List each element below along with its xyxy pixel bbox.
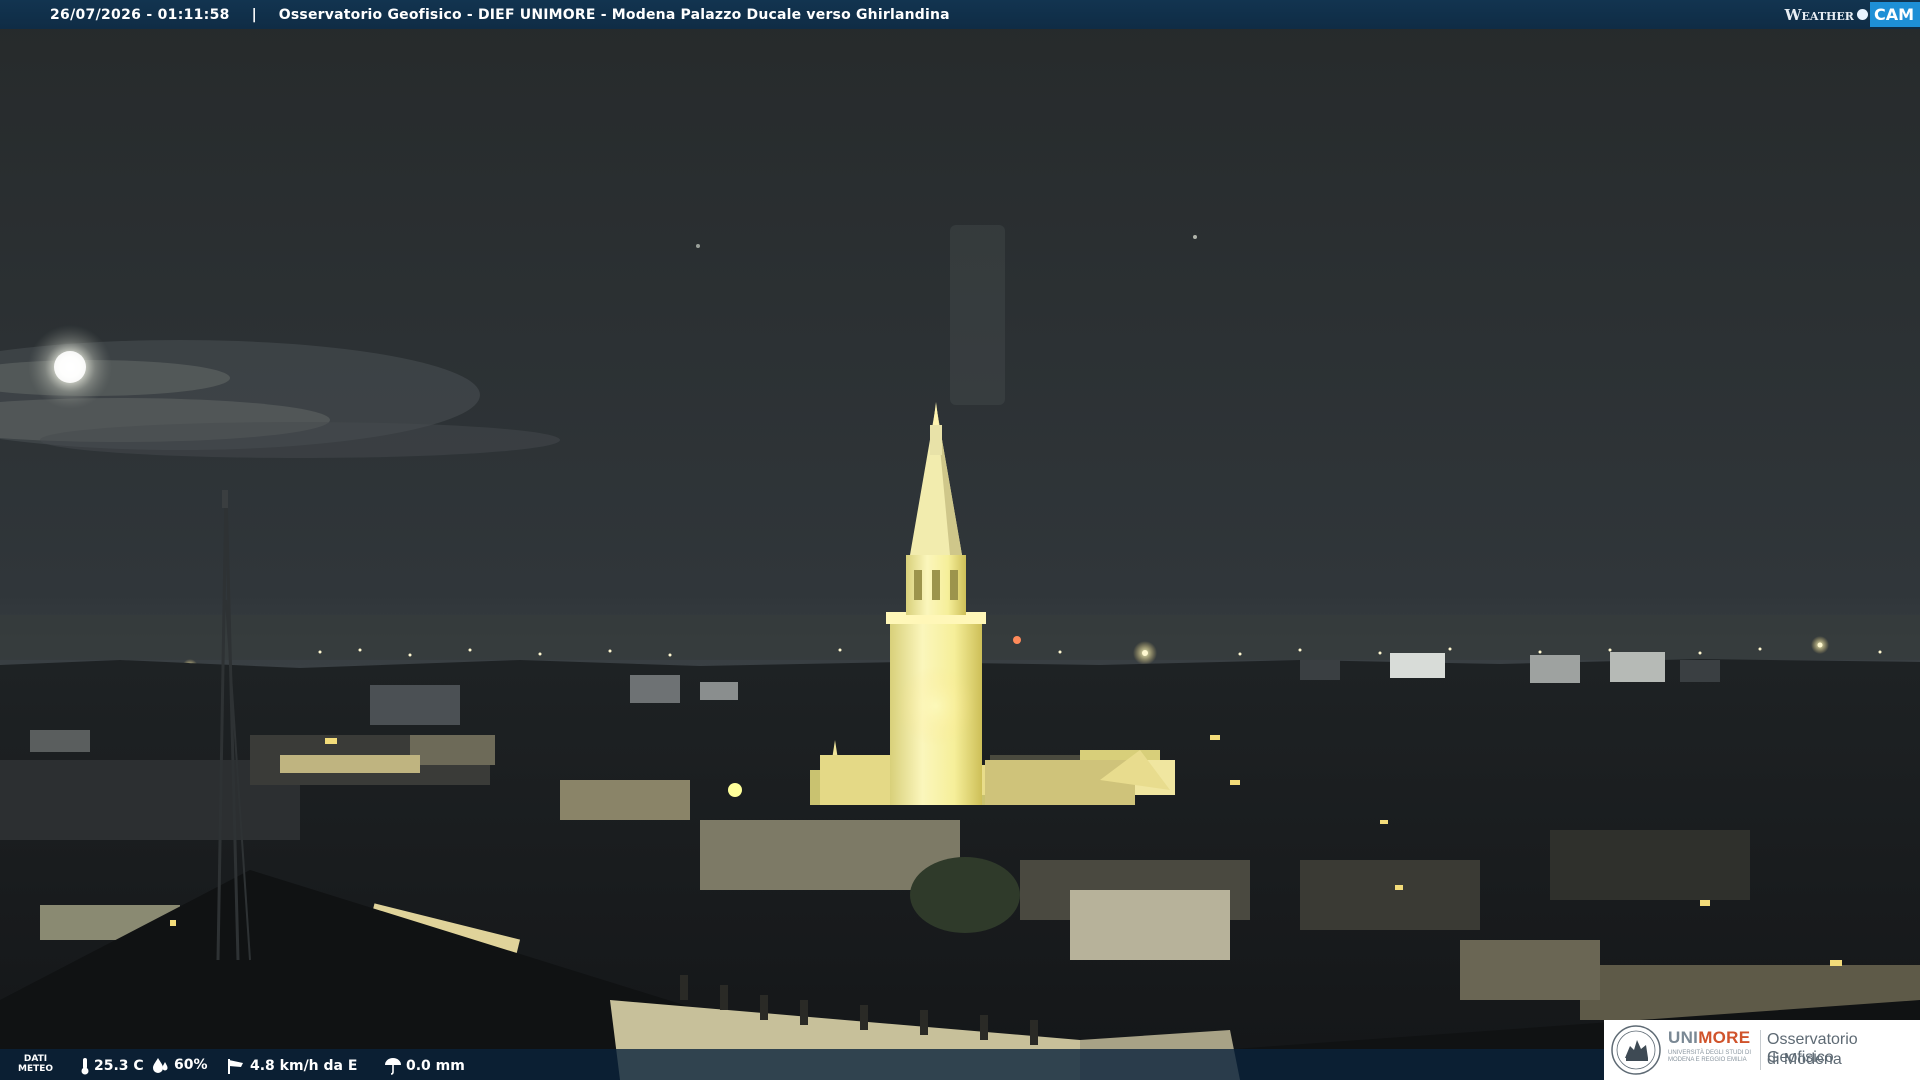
timestamp: 26/07/2026 - 01:11:58 [50,6,230,23]
thermometer-icon [81,1058,89,1075]
weathercam-logo-dot [1856,9,1868,20]
unimore-wordmark: UNIMORE [1668,1028,1751,1047]
rain-reading: 0.0 mm [384,1057,465,1075]
wind-reading: 4.8 km/h da E [226,1057,357,1075]
logo-divider [1760,1030,1761,1070]
webcam-image [0,0,1920,1080]
unimore-observatory-logo: UNIMORE UNIVERSITÀ DEGLI STUDI DI MODENA… [1604,1020,1920,1080]
camera-title: Osservatorio Geofisico - DIEF UNIMORE - … [278,6,950,23]
university-full-name: UNIVERSITÀ DEGLI STUDI DI MODENA E REGGI… [1668,1050,1752,1063]
weathercam-logo-word: Weather [1784,5,1854,24]
umbrella-icon [385,1058,401,1075]
weather-data-bar: DATI METEO 25.3 C 60% 4.8 km/h da E 0.0 … [0,1049,1604,1080]
weathercam-logo: Weather CAM [1785,0,1920,29]
wind-sock-icon [228,1059,243,1074]
humidity-reading: 60% [152,1057,208,1073]
temperature-reading: 25.3 C [80,1057,144,1075]
weather-data-label: DATI METEO [18,1054,54,1074]
webcam-header-bar: 26/07/2026 - 01:11:58 | Osservatorio Geo… [0,0,1920,29]
webcam-view: 26/07/2026 - 01:11:58 | Osservatorio Geo… [0,0,1920,1080]
observatory-name-line2: di Modena [1767,1051,1842,1068]
raindrop-icon [153,1058,168,1073]
weathercam-logo-badge: CAM [1869,2,1920,27]
university-seal-icon [1611,1025,1661,1075]
separator: | [251,6,257,23]
